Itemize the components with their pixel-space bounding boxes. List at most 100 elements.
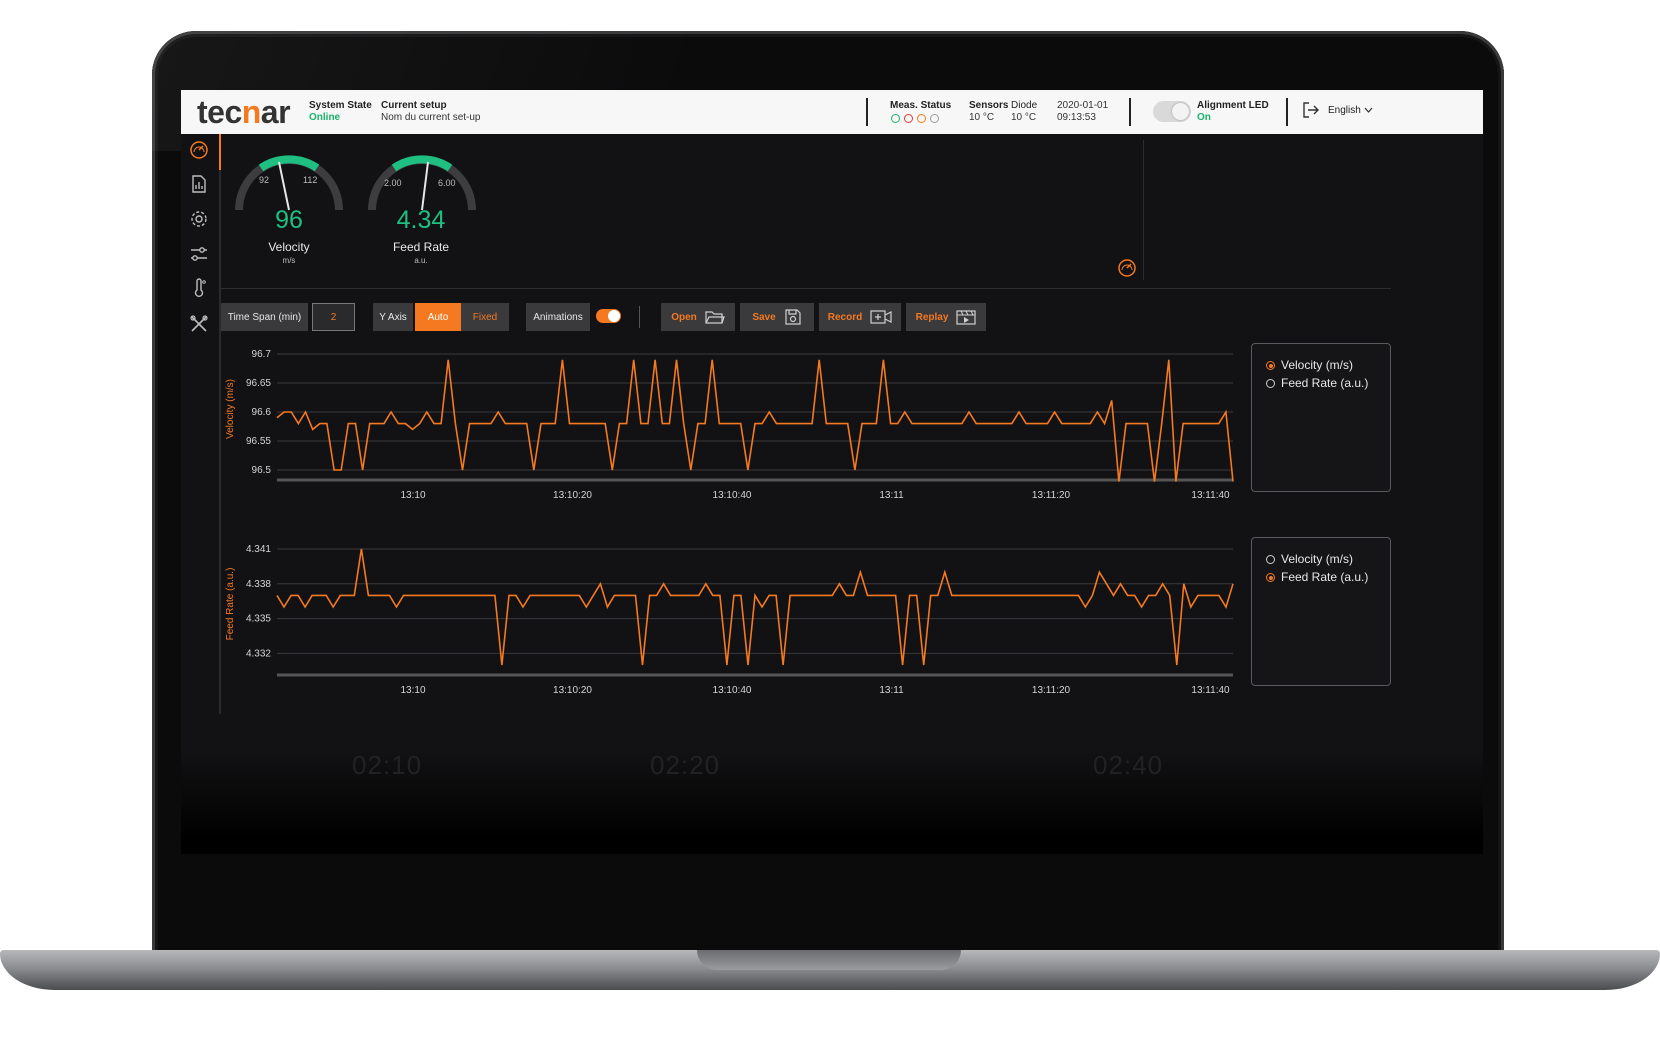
panel-divider (1143, 140, 1144, 280)
status-indicators (891, 114, 939, 123)
sidebar (181, 134, 221, 714)
feed-rate-value: 4.34 (396, 206, 446, 234)
gear-icon[interactable] (189, 209, 209, 229)
feed-rate-chart-legend: Velocity (m/s) Feed Rate (a.u.) (1251, 537, 1391, 686)
x-tick-label: 13:11:40 (1191, 490, 1230, 501)
section-divider (221, 288, 1391, 289)
tecnar-logo[interactable]: tecnar (197, 94, 291, 131)
ghost-time-label: 02:40 (1093, 750, 1164, 780)
x-tick-label: 13:10 (400, 490, 425, 501)
header-divider (1286, 98, 1288, 126)
y-tick-label: 96.6 (252, 407, 272, 418)
ghost-time-label: 02:20 (650, 750, 721, 780)
report-icon[interactable] (189, 174, 209, 194)
velocity-label: Velocity (268, 240, 310, 254)
sliders-icon[interactable] (189, 244, 209, 264)
y-tick-label: 96.7 (252, 349, 272, 360)
y-tick-label: 4.341 (246, 544, 271, 555)
feed-rate-unit: a.u. (414, 256, 428, 265)
y-axis-auto-button[interactable]: Auto (415, 303, 461, 331)
animations-label: Animations (526, 303, 590, 331)
status-dot (891, 114, 900, 123)
replay-button[interactable]: Replay (906, 303, 986, 331)
radio-selected[interactable] (1266, 572, 1275, 582)
velocity-chart: Velocity (m/s) 96.7 96.65 96.6 96.55 96.5 13:1… (225, 349, 1234, 501)
x-tick-label: 13:11:20 (1032, 490, 1071, 501)
folder-icon (705, 311, 725, 324)
y-tick-label: 96.55 (246, 436, 271, 447)
save-icon (785, 309, 801, 325)
replay-icon (956, 310, 976, 325)
app-screen: tecnar System State Online Current setup… (181, 90, 1483, 854)
gauge-min-tick: 92 (259, 175, 269, 185)
velocity-unit: m/s (282, 256, 296, 265)
legend-item-feed-rate[interactable]: Feed Rate (a.u.) (1266, 376, 1368, 390)
save-button[interactable]: Save (740, 303, 814, 331)
sensors-temp: Sensors 10 °C (969, 100, 1009, 123)
sidebar-active-indicator (219, 134, 221, 170)
legend-item-velocity[interactable]: Velocity (m/s) (1266, 358, 1353, 372)
velocity-chart-legend: Velocity (m/s) Feed Rate (a.u.) (1251, 343, 1391, 492)
feed-rate-label: Feed Rate (392, 240, 450, 254)
gauge-icon[interactable] (189, 140, 209, 160)
app-header: tecnar System State Online Current setup… (181, 90, 1483, 134)
system-state: System State Online (309, 100, 372, 123)
gauge-max-tick: 6.00 (438, 178, 456, 188)
y-tick-label: 4.335 (246, 614, 271, 625)
radio-unselected[interactable] (1266, 378, 1275, 388)
toolbar-divider (639, 306, 640, 328)
x-tick-label: 13:11:40 (1191, 685, 1230, 696)
header-divider (1129, 98, 1131, 126)
x-tick-label: 13:10 (400, 685, 425, 696)
legend-item-feed-rate[interactable]: Feed Rate (a.u.) (1266, 570, 1368, 584)
x-tick-label: 13:10:20 (553, 490, 592, 501)
header-divider (866, 98, 868, 126)
ghost-time-label: 02:10 (352, 750, 423, 780)
record-button[interactable]: Record (819, 303, 901, 331)
gauge-settings-icon[interactable] (1117, 258, 1137, 278)
chevron-down-icon (1364, 107, 1373, 113)
video-record-icon (870, 310, 892, 324)
alignment-led: Alignment LED On (1197, 100, 1269, 123)
x-tick-label: 13:11:20 (1032, 685, 1071, 696)
series-line (276, 359, 1234, 482)
y-axis-fixed-button[interactable]: Fixed (461, 303, 509, 331)
gauge-min-tick: 2.00 (384, 178, 402, 188)
feed-rate-chart: Feed Rate (a.u.) 4.341 4.338 4.335 4.332 13:1… (225, 544, 1234, 696)
y-axis-label: Velocity (m/s) (225, 379, 236, 439)
y-tick-label: 4.338 (246, 579, 271, 590)
x-tick-label: 13:10:40 (713, 490, 752, 501)
legend-item-velocity[interactable]: Velocity (m/s) (1266, 552, 1353, 566)
y-tick-label: 96.5 (252, 465, 272, 476)
y-tick-label: 4.332 (246, 648, 271, 659)
status-dot (930, 114, 939, 123)
alignment-led-toggle[interactable] (1153, 101, 1191, 122)
language-selector[interactable]: English (1302, 102, 1373, 118)
date-time: 2020-01-01 09:13:53 (1057, 100, 1109, 123)
radio-selected[interactable] (1266, 360, 1275, 370)
laptop-notch (697, 950, 961, 970)
y-tick-label: 96.65 (246, 378, 271, 389)
y-axis-label: Feed Rate (a.u.) (225, 568, 236, 641)
open-button[interactable]: Open (661, 303, 735, 331)
gauge-max-tick: 112 (303, 175, 317, 185)
time-span-label: Time Span (min) (221, 303, 308, 331)
meas-status: Meas. Status (890, 100, 952, 111)
status-dot (904, 114, 913, 123)
diode-temp: Diode 10 °C (1011, 100, 1038, 123)
animations-toggle[interactable] (596, 309, 621, 323)
x-tick-label: 13:11 (879, 490, 904, 501)
time-span-input[interactable]: 2 (312, 303, 355, 331)
x-tick-label: 13:10:40 (713, 685, 752, 696)
x-tick-label: 13:11 (879, 685, 904, 696)
status-dot (917, 114, 926, 123)
series-line (276, 548, 1234, 666)
radio-unselected[interactable] (1266, 554, 1275, 564)
thermometer-icon[interactable] (189, 278, 209, 298)
velocity-value: 96 (275, 206, 303, 234)
current-setup: Current setup Nom du current set-up (381, 100, 481, 123)
tools-icon[interactable] (189, 314, 209, 334)
x-tick-label: 13:10:20 (553, 685, 592, 696)
y-axis-label: Y Axis (373, 303, 413, 331)
logout-icon[interactable] (1302, 102, 1320, 118)
